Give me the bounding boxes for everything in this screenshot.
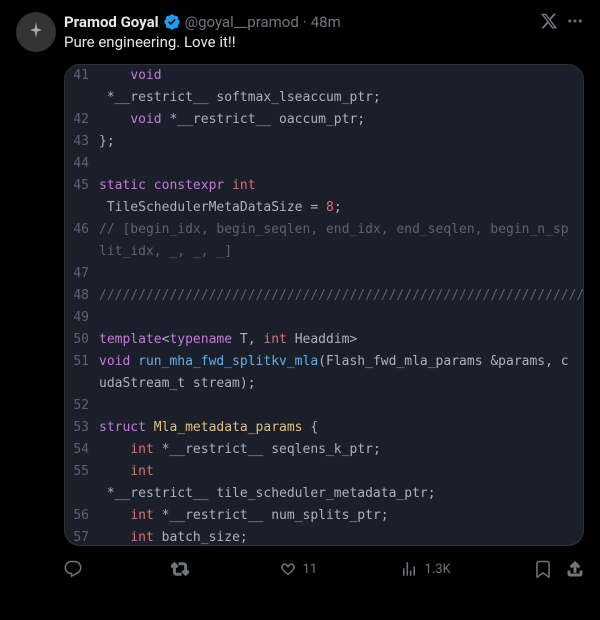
line-content: int *__restrict__ seqlens_k_ptr; xyxy=(99,439,583,461)
code-line: 41 void xyxy=(65,65,583,87)
code-line: 49 xyxy=(65,307,583,329)
code-line: *__restrict__ softmax_lseaccum_ptr; xyxy=(65,87,583,109)
code-attachment[interactable]: 41 void *__restrict__ softmax_lseaccum_p… xyxy=(64,64,584,546)
line-number: 53 xyxy=(65,417,99,439)
code-line: 45static constexpr int xyxy=(65,175,583,197)
tweet-container: Pramod Goyal @goyal__pramod · 48m Pure e… xyxy=(0,0,600,588)
code-line: 42 void *__restrict__ oaccum_ptr; xyxy=(65,109,583,131)
line-content: static constexpr int xyxy=(99,175,583,197)
line-content: struct Mla_metadata_params { xyxy=(99,417,583,439)
line-number: 42 xyxy=(65,109,99,131)
line-number: 48 xyxy=(65,285,99,307)
line-content xyxy=(99,395,583,417)
line-content: void *__restrict__ oaccum_ptr; xyxy=(99,109,583,131)
source-app-icon[interactable] xyxy=(540,12,558,30)
line-content: *__restrict__ softmax_lseaccum_ptr; xyxy=(99,87,583,109)
like-count: 11 xyxy=(303,562,318,577)
line-content: TileSchedulerMetaDataSize = 8; xyxy=(99,197,583,219)
display-name[interactable]: Pramod Goyal xyxy=(64,12,159,32)
line-content xyxy=(99,307,583,329)
code-line: 48//////////////////////////////////////… xyxy=(65,285,583,307)
line-content: }; xyxy=(99,131,583,153)
code-line: 57 int batch_size; xyxy=(65,527,583,545)
code-line: 56 int *__restrict__ num_splits_ptr; xyxy=(65,505,583,527)
code-line: 51void run_mha_fwd_splitkv_mla(Flash_fwd… xyxy=(65,351,583,395)
code-line: TileSchedulerMetaDataSize = 8; xyxy=(65,197,583,219)
line-number: 45 xyxy=(65,175,99,197)
view-count: 1.3K xyxy=(424,562,450,577)
line-content: int xyxy=(99,461,583,483)
line-content: int *__restrict__ num_splits_ptr; xyxy=(99,505,583,527)
tweet-text: Pure engineering. Love it!! xyxy=(64,32,532,52)
line-number: 56 xyxy=(65,505,99,527)
line-content xyxy=(99,263,583,285)
reply-button[interactable] xyxy=(64,560,88,578)
line-content: ////////////////////////////////////////… xyxy=(99,285,583,307)
line-number: 41 xyxy=(65,65,99,87)
line-number: 43 xyxy=(65,131,99,153)
more-options-icon[interactable] xyxy=(566,12,584,30)
line-content: void xyxy=(99,65,583,87)
action-right-group xyxy=(534,560,584,578)
code-line: 43}; xyxy=(65,131,583,153)
line-number xyxy=(65,483,99,505)
line-number: 55 xyxy=(65,461,99,483)
line-number: 49 xyxy=(65,307,99,329)
line-content: int batch_size; xyxy=(99,527,583,545)
bookmark-button[interactable] xyxy=(534,560,552,578)
line-number: 51 xyxy=(65,351,99,395)
header-right xyxy=(540,12,584,30)
line-number: 54 xyxy=(65,439,99,461)
line-number: 47 xyxy=(65,263,99,285)
avatar[interactable] xyxy=(16,12,56,52)
name-row: Pramod Goyal @goyal__pramod · 48m xyxy=(64,12,532,32)
line-content: *__restrict__ tile_scheduler_metadata_pt… xyxy=(99,483,583,505)
line-number xyxy=(65,87,99,109)
line-content: template<typename T, int Headdim> xyxy=(99,329,583,351)
separator: · xyxy=(303,12,307,32)
share-button[interactable] xyxy=(566,560,584,578)
code-line: 46// [begin_idx, begin_seqlen, end_idx, … xyxy=(65,219,583,263)
code-line: 52 xyxy=(65,395,583,417)
like-button[interactable]: 11 xyxy=(279,560,318,578)
header-main: Pramod Goyal @goyal__pramod · 48m Pure e… xyxy=(64,12,532,52)
retweet-button[interactable] xyxy=(171,560,195,578)
tweet-header: Pramod Goyal @goyal__pramod · 48m Pure e… xyxy=(16,12,584,52)
line-number: 44 xyxy=(65,153,99,175)
code-line: 44 xyxy=(65,153,583,175)
code-line: 55 int xyxy=(65,461,583,483)
code-line: 47 xyxy=(65,263,583,285)
line-number xyxy=(65,197,99,219)
line-content: // [begin_idx, begin_seqlen, end_idx, en… xyxy=(99,219,583,263)
line-number: 50 xyxy=(65,329,99,351)
line-content xyxy=(99,153,583,175)
line-number: 46 xyxy=(65,219,99,263)
line-content: void run_mha_fwd_splitkv_mla(Flash_fwd_m… xyxy=(99,351,583,395)
code-content: 41 void *__restrict__ softmax_lseaccum_p… xyxy=(65,65,583,545)
user-handle[interactable]: @goyal__pramod xyxy=(185,12,299,32)
line-number: 52 xyxy=(65,395,99,417)
line-number: 57 xyxy=(65,527,99,545)
timestamp[interactable]: 48m xyxy=(311,12,341,32)
action-bar: 11 1.3K xyxy=(64,556,584,588)
views-button[interactable]: 1.3K xyxy=(400,560,450,578)
code-line: *__restrict__ tile_scheduler_metadata_pt… xyxy=(65,483,583,505)
code-line: 53struct Mla_metadata_params { xyxy=(65,417,583,439)
code-line: 54 int *__restrict__ seqlens_k_ptr; xyxy=(65,439,583,461)
verified-badge-icon xyxy=(163,13,181,31)
code-line: 50template<typename T, int Headdim> xyxy=(65,329,583,351)
